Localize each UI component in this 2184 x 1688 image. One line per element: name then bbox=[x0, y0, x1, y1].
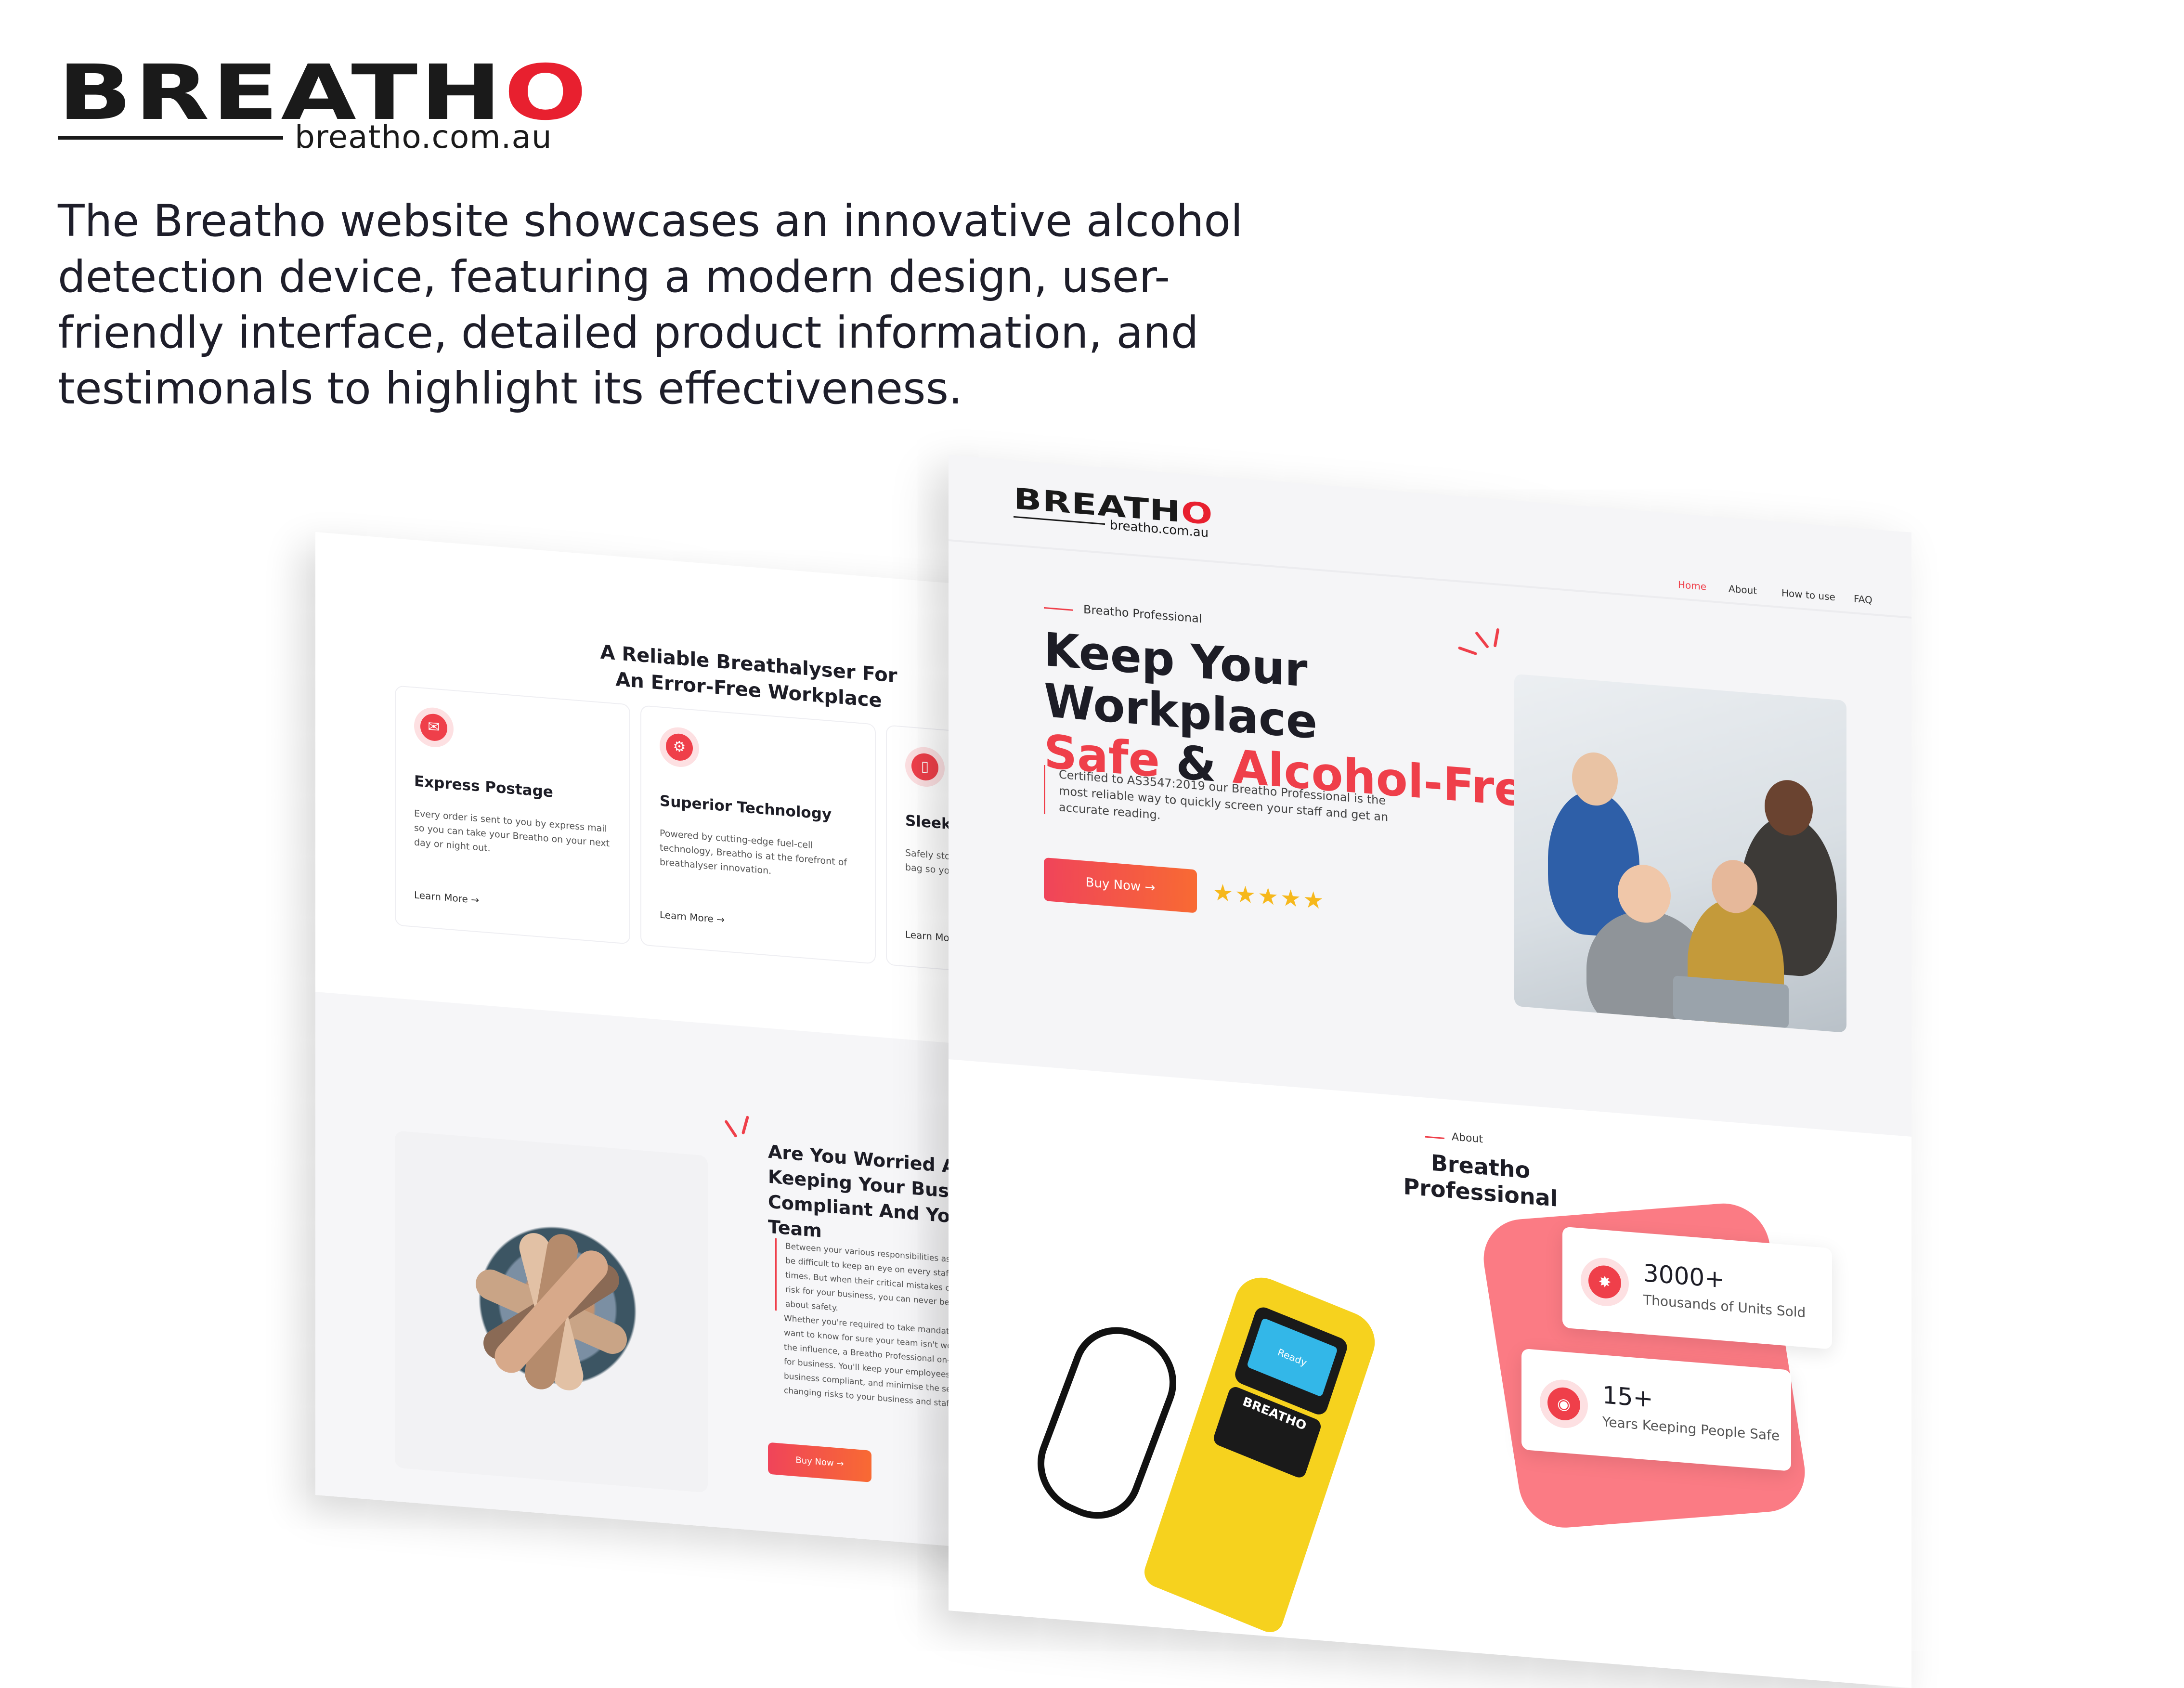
device-screen: Ready bbox=[1246, 1317, 1338, 1397]
nav-home[interactable]: Home bbox=[1678, 579, 1706, 593]
nav-faq[interactable]: FAQ bbox=[1854, 593, 1872, 606]
card-description: Every order is sent to you by express ma… bbox=[414, 808, 610, 854]
card-title: Superior Technology bbox=[660, 792, 832, 824]
phone-icon: ▯ bbox=[905, 745, 945, 789]
logo-url: breatho.com.au bbox=[295, 118, 552, 156]
stat-card-years: ◉ 15+ Years Keeping People Safe bbox=[1521, 1348, 1791, 1471]
learn-more-link[interactable]: Learn More → bbox=[414, 889, 479, 906]
eyebrow-line bbox=[1044, 607, 1073, 611]
buy-now-button[interactable]: Buy Now → bbox=[1044, 857, 1197, 913]
spark-decoration bbox=[1493, 628, 1500, 648]
card-description: Powered by cutting-edge fuel-cell techno… bbox=[660, 828, 847, 877]
celebrating-team-photo bbox=[1514, 674, 1846, 1033]
card-title: Express Postage bbox=[414, 772, 553, 801]
site-logo[interactable]: BREATHO breatho.com.au bbox=[1014, 482, 1216, 549]
stat-card-units-sold: ✸ 3000+ Thousands of Units Sold bbox=[1562, 1226, 1832, 1350]
features-title: A Reliable Breathalyser For An Error-Fre… bbox=[600, 641, 897, 712]
right-page-mockup: BREATHO breatho.com.au Home About How to… bbox=[949, 455, 1911, 1688]
stat-label: Thousands of Units Sold bbox=[1643, 1292, 1806, 1321]
intro-description: The Breatho website showcases an innovat… bbox=[58, 196, 1243, 414]
spark-decoration bbox=[1457, 646, 1478, 656]
logo-underline bbox=[58, 136, 283, 140]
flame-icon: ✸ bbox=[1581, 1256, 1629, 1308]
team-hands-photo bbox=[395, 1130, 708, 1493]
stat-value: 3000+ bbox=[1643, 1259, 1725, 1294]
nav-about[interactable]: About bbox=[1729, 583, 1757, 597]
breatho-logo: BREATHO breatho.com.au bbox=[58, 55, 587, 154]
star-rating: ★★★★★ bbox=[1212, 879, 1326, 915]
learn-more-link[interactable]: Learn More → bbox=[660, 909, 725, 926]
about-tag: About bbox=[1452, 1131, 1483, 1146]
feature-card-superior-technology: ⚙ Superior Technology Powered by cutting… bbox=[640, 705, 876, 964]
signal-icon: ◉ bbox=[1540, 1377, 1588, 1430]
nav-how-to-use[interactable]: How to use bbox=[1781, 587, 1835, 603]
envelope-icon: ✉ bbox=[414, 706, 454, 749]
chip-icon: ⚙ bbox=[660, 726, 699, 769]
spark-decoration bbox=[1474, 631, 1490, 649]
feature-card-express-postage: ✉ Express Postage Every order is sent to… bbox=[395, 685, 630, 945]
hero-eyebrow: Breatho Professional bbox=[1083, 602, 1202, 626]
stat-value: 15+ bbox=[1602, 1381, 1653, 1413]
